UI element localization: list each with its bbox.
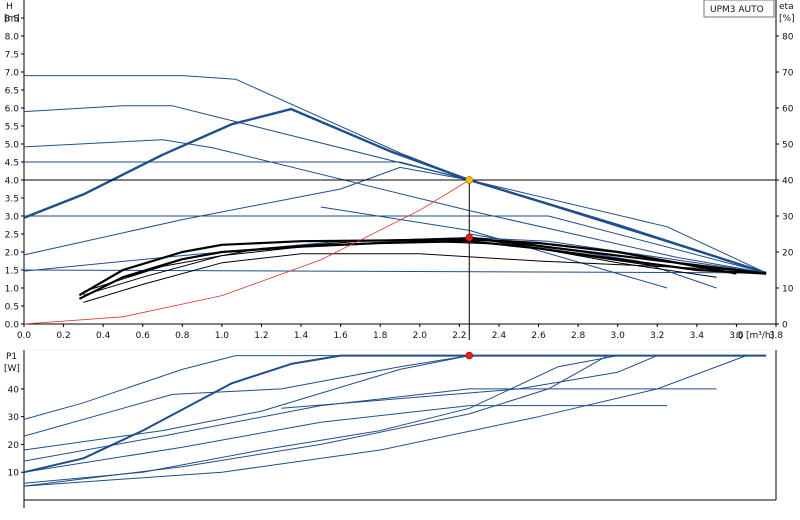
efficiency-curve-5 <box>469 236 767 275</box>
x-tick-label: 0.6 <box>136 331 151 341</box>
y2-tick-label: 40 <box>782 177 794 187</box>
y-tick-label: 7.0 <box>5 69 20 79</box>
power-flow-axes: 10 20 30 40 <box>8 349 777 508</box>
y2-tick-label: 20 <box>782 249 794 259</box>
x-tick-label: 2.6 <box>531 331 546 341</box>
x-tick-label: 1.6 <box>333 331 348 341</box>
x-tick-label: 2.2 <box>452 331 466 341</box>
x-tick-label: 0.4 <box>96 331 111 341</box>
x-tick-label: 2.0 <box>413 331 428 341</box>
efficiency-point-marker <box>465 233 474 242</box>
model-label: UPM3 AUTO <box>710 5 764 15</box>
y-axis-label-p1: P1 <box>6 352 17 362</box>
power-curve-2 <box>23 355 767 437</box>
power-curve-7 <box>23 355 618 484</box>
power-curve-9 <box>281 355 658 409</box>
y-tick-label: 3.0 <box>5 213 20 223</box>
y2-tick-label: 0 <box>782 321 788 331</box>
p1-tick-label: 30 <box>8 413 20 423</box>
y-tick-label: 5.5 <box>5 123 19 133</box>
pump-curve-10 <box>320 206 668 289</box>
pump-curve-3 <box>23 139 767 274</box>
y2-tick-label: 70 <box>782 69 794 79</box>
y-axis-label-h: H <box>6 2 13 12</box>
x-axis-label-q: Q [m³/h] <box>736 331 774 341</box>
power-curve-8 <box>23 355 747 487</box>
x-tick-label: 1.2 <box>254 331 268 341</box>
axis-labels: H [m] eta [%] Q [m³/h] P1 [W] <box>4 2 795 374</box>
power-flow-curves <box>23 351 767 487</box>
x-tick-label: 3.0 <box>611 331 626 341</box>
y-tick-label: 4.5 <box>5 159 19 169</box>
x-tick-label: 2.8 <box>571 331 586 341</box>
p1-tick-label: 40 <box>8 385 20 395</box>
model-label-box: UPM3 AUTO <box>703 0 775 18</box>
p1-tick-label: 20 <box>8 441 20 451</box>
y-tick-label: 1.5 <box>5 267 19 277</box>
y2-tick-label: 10 <box>782 285 794 295</box>
y-tick-label: 7.5 <box>5 51 19 61</box>
y-tick-label: 6.0 <box>5 105 20 115</box>
y-tick-label: 0.0 <box>5 321 20 331</box>
x-tick-label: 0.8 <box>175 331 190 341</box>
pump-curve-0 <box>23 107 767 275</box>
y2-tick-label: 50 <box>782 141 794 151</box>
x-tick-label: 2.4 <box>492 331 507 341</box>
y2-tick-label: 60 <box>782 105 794 115</box>
y2-axis-unit-eta: [%] <box>779 14 795 24</box>
x-tick-label: 1.8 <box>373 331 388 341</box>
y-tick-label: 0.5 <box>5 303 19 313</box>
pump-curve-2 <box>23 105 767 274</box>
y2-tick-label: 30 <box>782 213 794 223</box>
y2-tick-label: 80 <box>782 33 794 43</box>
system-curve <box>23 179 470 325</box>
p1-tick-label: 10 <box>8 469 20 479</box>
x-tick-label: 1.0 <box>215 331 230 341</box>
y-tick-label: 2.5 <box>5 231 19 241</box>
head-flow-curves <box>23 75 776 340</box>
y-axis-unit-h: [m] <box>4 14 20 24</box>
power-operating-point-marker <box>465 351 474 360</box>
y-tick-label: 5.0 <box>5 141 20 151</box>
y-tick-label: 2.0 <box>5 249 20 259</box>
y-tick-label: 4.0 <box>5 177 20 187</box>
x-tick-label: 3.2 <box>650 331 664 341</box>
pump-performance-chart: 0.0 0.5 1.0 1.5 2.0 2.5 3.0 3.5 4.0 4.5 5.0 5.5 6.0 6… <box>4 0 795 508</box>
y2-axis-label-eta: eta <box>779 2 794 12</box>
x-tick-label: 0.2 <box>56 331 70 341</box>
y-tick-label: 1.0 <box>5 285 20 295</box>
x-tick-label: 3.4 <box>690 331 705 341</box>
x-tick-label: 0.0 <box>17 331 32 341</box>
y-tick-label: 6.5 <box>5 87 19 97</box>
duty-point-marker <box>465 176 474 184</box>
efficiency-curve-3 <box>83 240 717 296</box>
x-tick-label: 1.4 <box>294 331 309 341</box>
y-tick-label: 8.0 <box>5 33 20 43</box>
power-curve-1 <box>23 355 767 420</box>
y-axis-unit-p1: [W] <box>4 364 20 374</box>
pump-curve-4 <box>24 161 470 181</box>
y-tick-label: 3.5 <box>5 195 19 205</box>
